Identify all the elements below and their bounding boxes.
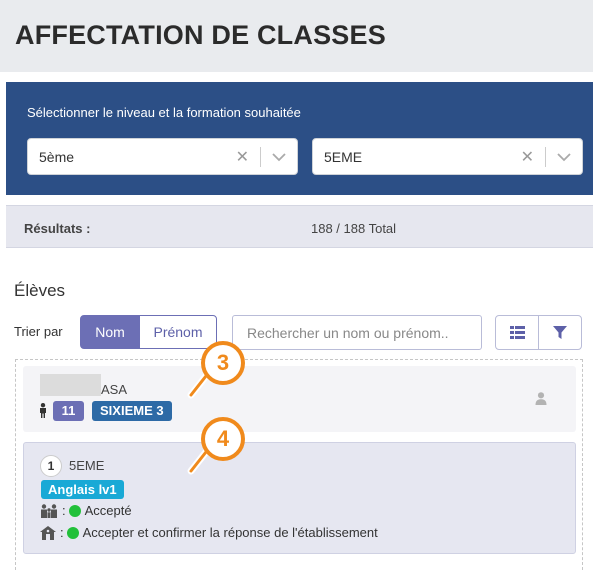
school-status-text: Accepter et confirmer la réponse de l'ét…	[82, 525, 378, 540]
results-bar: Résultats : 188 / 188 Total	[6, 205, 593, 248]
search-input[interactable]	[232, 315, 482, 350]
family-status-text: Accepté	[84, 503, 132, 518]
family-status-separator: :	[62, 503, 66, 518]
school-status-row: : Accepter et confirmer la réponse de l'…	[40, 525, 378, 540]
current-class-badge: SIXIEME 3	[92, 401, 172, 421]
select-separator	[545, 147, 546, 167]
callout-3: 3	[185, 339, 249, 399]
select-separator	[260, 147, 261, 167]
choice-class: 5EME	[69, 458, 105, 473]
filter-panel: Sélectionner le niveau et la formation s…	[6, 82, 593, 195]
sort-by-nom-button[interactable]: Nom	[80, 315, 140, 349]
students-section-title: Élèves	[14, 281, 66, 300]
filter-heading: Sélectionner le niveau et la formation s…	[27, 105, 301, 120]
student-number-badge: 11	[53, 401, 84, 421]
class-choice-card[interactable]: 1 5EME Anglais lv1 : Accepté : Accepter …	[23, 442, 576, 554]
filter-button[interactable]	[538, 315, 582, 350]
callout-number: 3	[216, 350, 230, 375]
student-name-redacted	[40, 374, 101, 396]
family-status-row: : Accepté	[40, 503, 132, 518]
filter-icon	[553, 326, 567, 339]
formation-select-value: 5EME	[324, 149, 363, 165]
results-label: Résultats :	[24, 221, 91, 236]
callout-number: 4	[216, 426, 230, 451]
clear-icon[interactable]: ✕	[521, 147, 534, 167]
student-name: ASA	[101, 382, 128, 397]
clear-icon[interactable]: ✕	[236, 147, 249, 167]
list-view-button[interactable]	[495, 315, 539, 350]
chevron-down-icon[interactable]	[555, 149, 573, 165]
person-icon	[40, 403, 46, 418]
niveau-select-value: 5ème	[39, 149, 75, 165]
formation-select[interactable]: 5EME ✕	[312, 138, 583, 175]
status-ok-dot	[66, 526, 79, 539]
family-icon	[41, 503, 57, 518]
user-icon[interactable]	[535, 392, 547, 405]
list-icon	[510, 326, 525, 339]
option-badge: Anglais lv1	[41, 480, 124, 499]
results-count: 188 / 188 Total	[311, 221, 397, 236]
chevron-down-icon[interactable]	[270, 149, 288, 165]
niveau-select[interactable]: 5ème ✕	[27, 138, 298, 175]
school-status-separator: :	[60, 525, 64, 540]
student-card[interactable]: ASA 11 SIXIEME 3	[23, 366, 576, 432]
status-ok-dot	[68, 504, 81, 517]
page-title: AFFECTATION DE CLASSES	[15, 20, 386, 50]
school-icon	[40, 525, 56, 540]
choice-rank: 1	[40, 455, 62, 477]
sort-label: Trier par	[14, 324, 63, 339]
callout-4: 4	[185, 415, 249, 475]
